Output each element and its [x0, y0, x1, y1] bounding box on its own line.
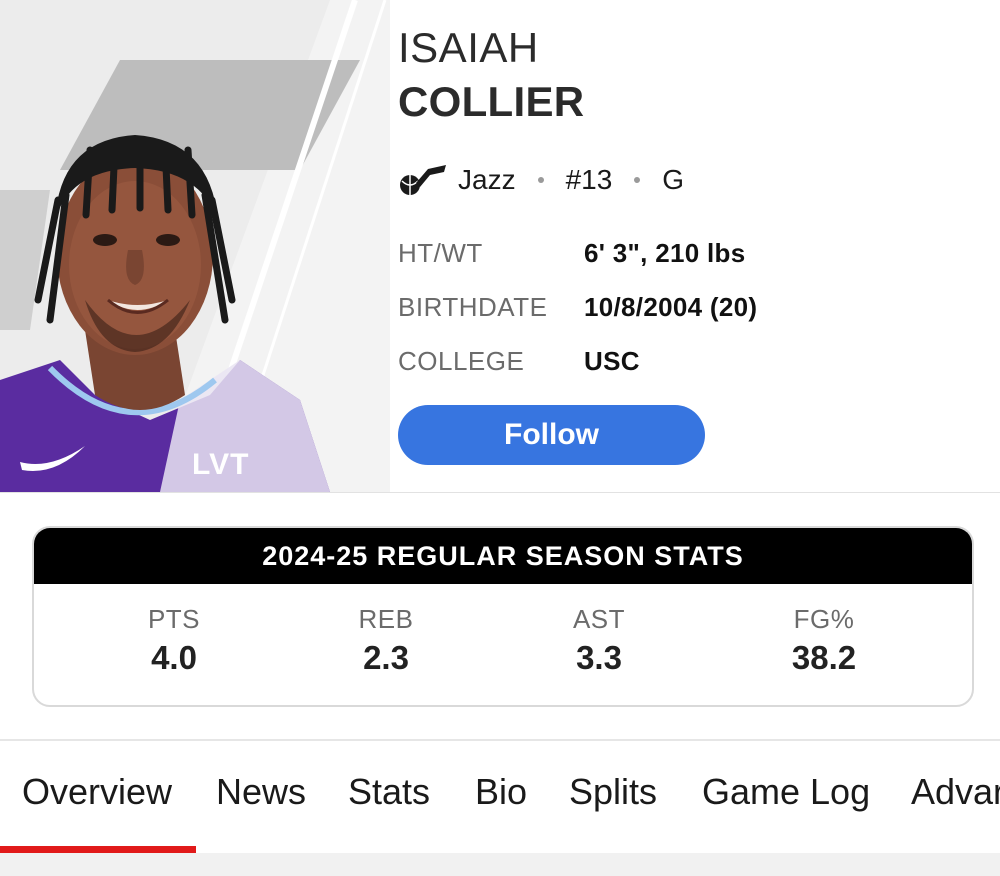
info-value[interactable]: USC	[584, 346, 640, 377]
stat-label: FG%	[793, 604, 855, 634]
separator-dot	[634, 177, 641, 183]
player-last-name: COLLIER	[398, 78, 585, 125]
tab-game-log[interactable]: Game Log	[702, 771, 870, 813]
player-tabs: Overview News Stats Bio Splits Game Log …	[0, 741, 1000, 853]
separator-dot	[537, 177, 544, 183]
stat-ast: AST 3.3	[539, 604, 659, 677]
stat-fg-pct: FG% 38.2	[754, 604, 894, 677]
info-label: HT/WT	[398, 237, 483, 268]
tab-overview[interactable]: Overview	[22, 771, 172, 813]
stat-label: REB	[358, 604, 414, 634]
player-header: LVT ISAIAH COLLIER Jazz #13 G HT/WT 6' 3…	[0, 0, 1000, 492]
player-first-name: ISAIAH	[398, 24, 539, 71]
tab-splits[interactable]: Splits	[569, 771, 657, 813]
player-headshot: LVT	[0, 0, 390, 492]
stat-pts: PTS 4.0	[114, 604, 234, 677]
jersey-number: #13	[565, 164, 613, 195]
tab-stats[interactable]: Stats	[348, 771, 430, 813]
player-info-table: HT/WT 6' 3", 210 lbs BIRTHDATE 10/8/2004…	[398, 226, 757, 388]
player-position: G	[662, 164, 685, 195]
tab-advanced[interactable]: Advar	[911, 771, 1000, 813]
stat-value: 3.3	[576, 639, 622, 676]
season-stats-card[interactable]: 2024-25 REGULAR SEASON STATS PTS 4.0 REB…	[32, 526, 974, 707]
stat-label: PTS	[147, 604, 201, 634]
team-name-link[interactable]: Jazz	[458, 164, 516, 196]
stat-value: 2.3	[363, 639, 409, 676]
stat-value: 4.0	[151, 639, 197, 676]
stats-card-title: 2024-25 REGULAR SEASON STATS	[34, 528, 972, 584]
divider	[0, 492, 1000, 493]
stat-value: 38.2	[791, 639, 857, 676]
info-label: BIRTHDATE	[398, 291, 548, 322]
stat-label: AST	[572, 604, 626, 634]
active-tab-indicator	[0, 846, 196, 853]
info-row-ht-wt: HT/WT 6' 3", 210 lbs	[398, 226, 757, 280]
info-row-birthdate: BIRTHDATE 10/8/2004 (20)	[398, 280, 757, 334]
follow-button[interactable]: Follow	[398, 405, 705, 465]
team-line: Jazz #13 G	[398, 160, 684, 200]
jersey-sponsor-text: LVT	[192, 448, 250, 481]
info-row-college: COLLEGE USC	[398, 334, 757, 388]
info-label: COLLEGE	[398, 345, 525, 376]
bottom-band	[0, 853, 1000, 876]
tab-bio[interactable]: Bio	[475, 771, 527, 813]
stat-reb: REB 2.3	[326, 604, 446, 677]
stats-row: PTS 4.0 REB 2.3 AST 3.3 FG% 38.2	[34, 584, 972, 705]
tab-news[interactable]: News	[216, 771, 306, 813]
info-value: 6' 3", 210 lbs	[584, 237, 746, 268]
jazz-team-logo-icon[interactable]	[398, 162, 448, 198]
info-value: 10/8/2004 (20)	[584, 291, 758, 322]
